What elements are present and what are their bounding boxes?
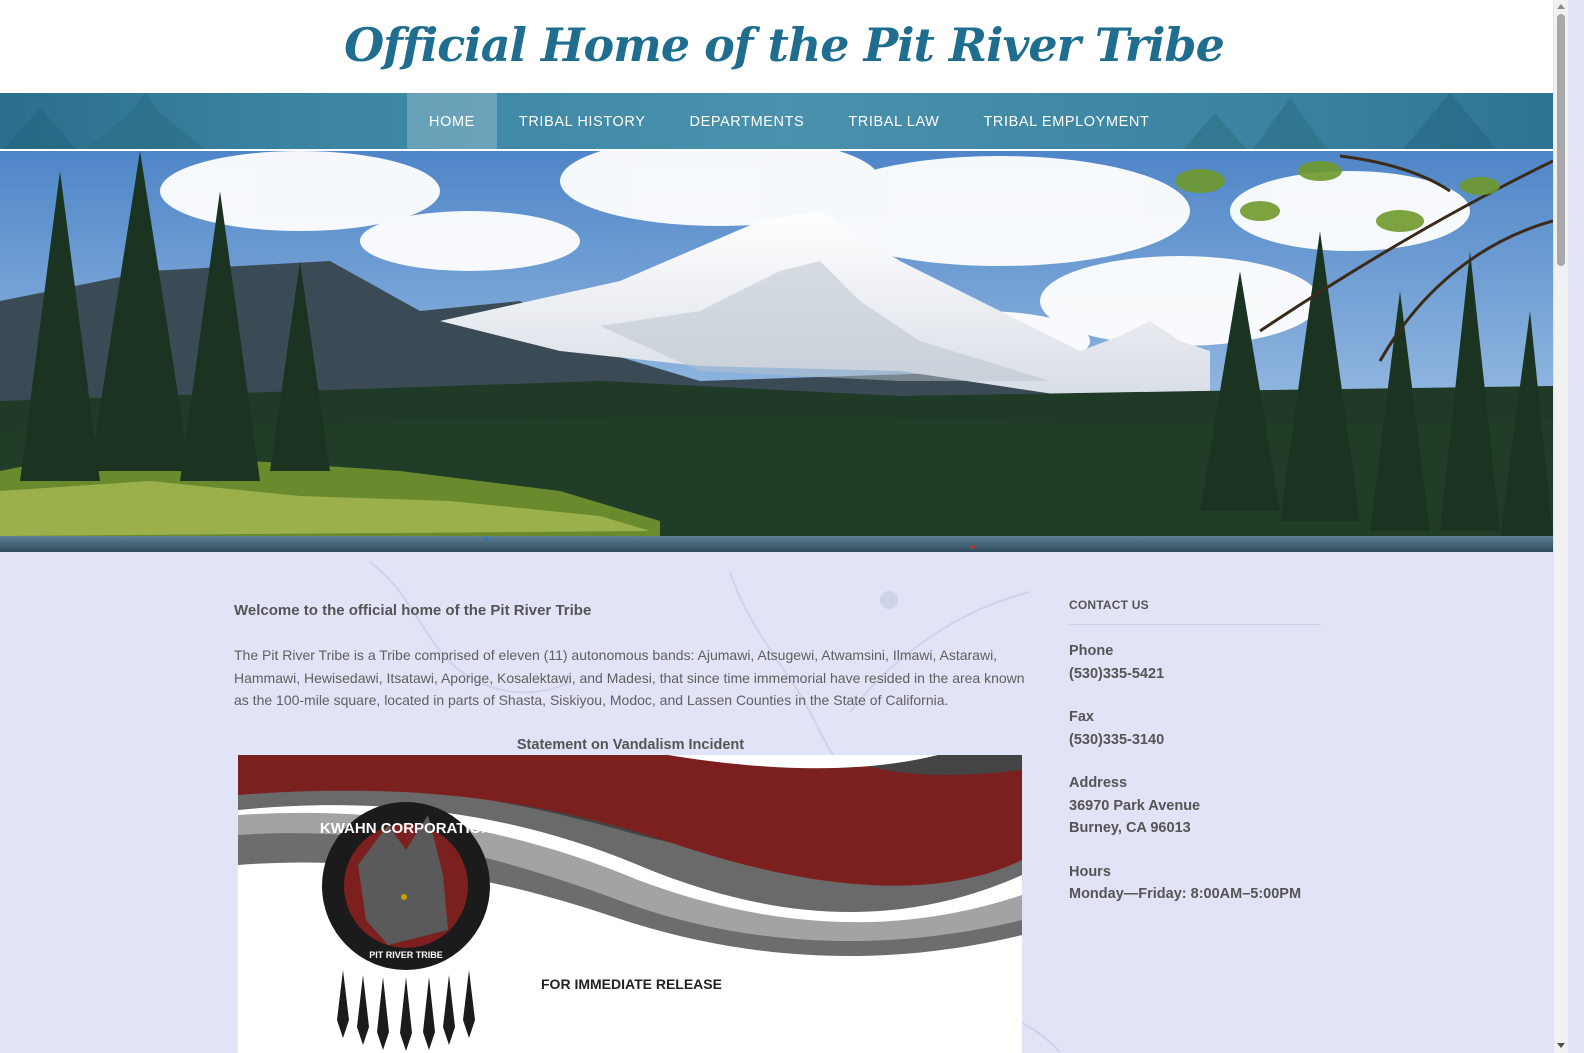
site-header: Official Home of the Pit River Tribe — [0, 0, 1568, 93]
contact-fax: Fax (530)335-3140 — [1069, 706, 1321, 751]
nav-item-tribal-history[interactable]: TRIBAL HISTORY — [497, 93, 668, 149]
fax-value: (530)335-3140 — [1069, 731, 1165, 748]
hours-label: Hours — [1069, 863, 1111, 880]
scroll-down-icon[interactable] — [1557, 1043, 1565, 1048]
contact-sidebar: CONTACT US Phone (530)335-5421 Fax (530)… — [1069, 598, 1321, 906]
statement-heading[interactable]: Statement on Vandalism Incident — [234, 737, 1027, 753]
press-release-graphic: KWAHN CORPORATION PIT RIVER TRIBE — [238, 755, 1022, 1051]
address-label: Address — [1069, 775, 1128, 791]
hero-banner — [0, 149, 1553, 552]
nav-item-departments[interactable]: DEPARTMENTS — [668, 93, 827, 149]
contact-phone: Phone (530)335-5421 — [1069, 640, 1321, 685]
phone-value[interactable]: (530)335-5421 — [1069, 663, 1321, 686]
contact-hours: Hours Monday—Friday: 8:00AM–5:00PM — [1069, 861, 1321, 906]
release-text: FOR IMMEDIATE RELEASE — [541, 976, 722, 992]
hours-value: Monday—Friday: 8:00AM–5:00PM — [1069, 886, 1302, 902]
nav-item-tribal-employment[interactable]: TRIBAL EMPLOYMENT — [961, 93, 1171, 149]
logo-ring-bottom: PIT RIVER TRIBE — [369, 950, 443, 960]
main-nav: HOME TRIBAL HISTORY DEPARTMENTS TRIBAL L… — [0, 93, 1568, 149]
welcome-heading: Welcome to the official home of the Pit … — [234, 602, 592, 619]
page-scrollbar[interactable] — [1553, 0, 1568, 1053]
site-title[interactable]: Official Home of the Pit River Tribe — [0, 0, 1568, 72]
nav-menu: HOME TRIBAL HISTORY DEPARTMENTS TRIBAL L… — [407, 93, 1171, 149]
contact-heading: CONTACT US — [1069, 598, 1321, 625]
nav-item-tribal-law[interactable]: TRIBAL LAW — [826, 93, 961, 149]
address-line-2: Burney, CA 96013 — [1069, 820, 1191, 836]
main-content: Welcome to the official home of the Pit … — [234, 598, 1027, 753]
scroll-up-icon[interactable] — [1557, 4, 1565, 9]
scroll-thumb[interactable] — [1557, 14, 1565, 266]
fax-label: Fax — [1069, 709, 1094, 725]
nav-item-home[interactable]: HOME — [407, 93, 497, 149]
logo-ring-top: KWAHN CORPORATION — [320, 820, 492, 837]
contact-address: Address 36970 Park Avenue Burney, CA 960… — [1069, 772, 1321, 840]
intro-paragraph: The Pit River Tribe is a Tribe comprised… — [234, 647, 1025, 708]
phone-label: Phone — [1069, 643, 1114, 659]
hero-landscape-image — [0, 151, 1553, 552]
address-line-1: 36970 Park Avenue — [1069, 797, 1201, 814]
press-release-image[interactable]: KWAHN CORPORATION PIT RIVER TRIBE FOR IM… — [238, 755, 1022, 1053]
